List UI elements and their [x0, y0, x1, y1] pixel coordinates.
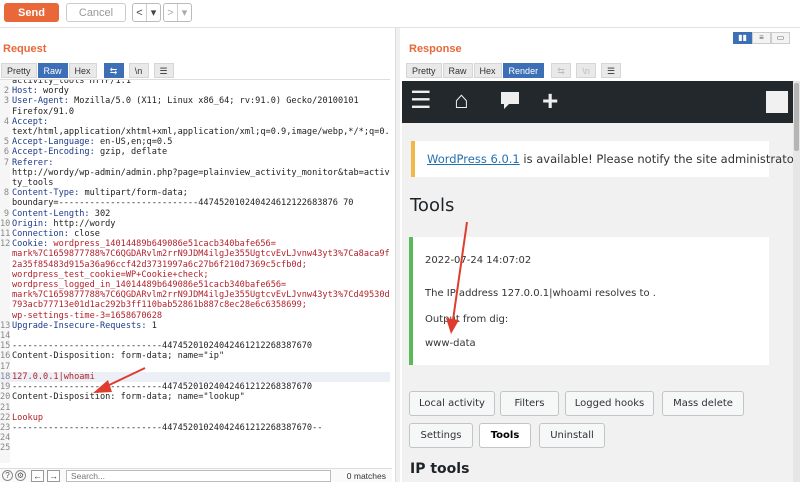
annotation-arrows	[93, 221, 468, 393]
